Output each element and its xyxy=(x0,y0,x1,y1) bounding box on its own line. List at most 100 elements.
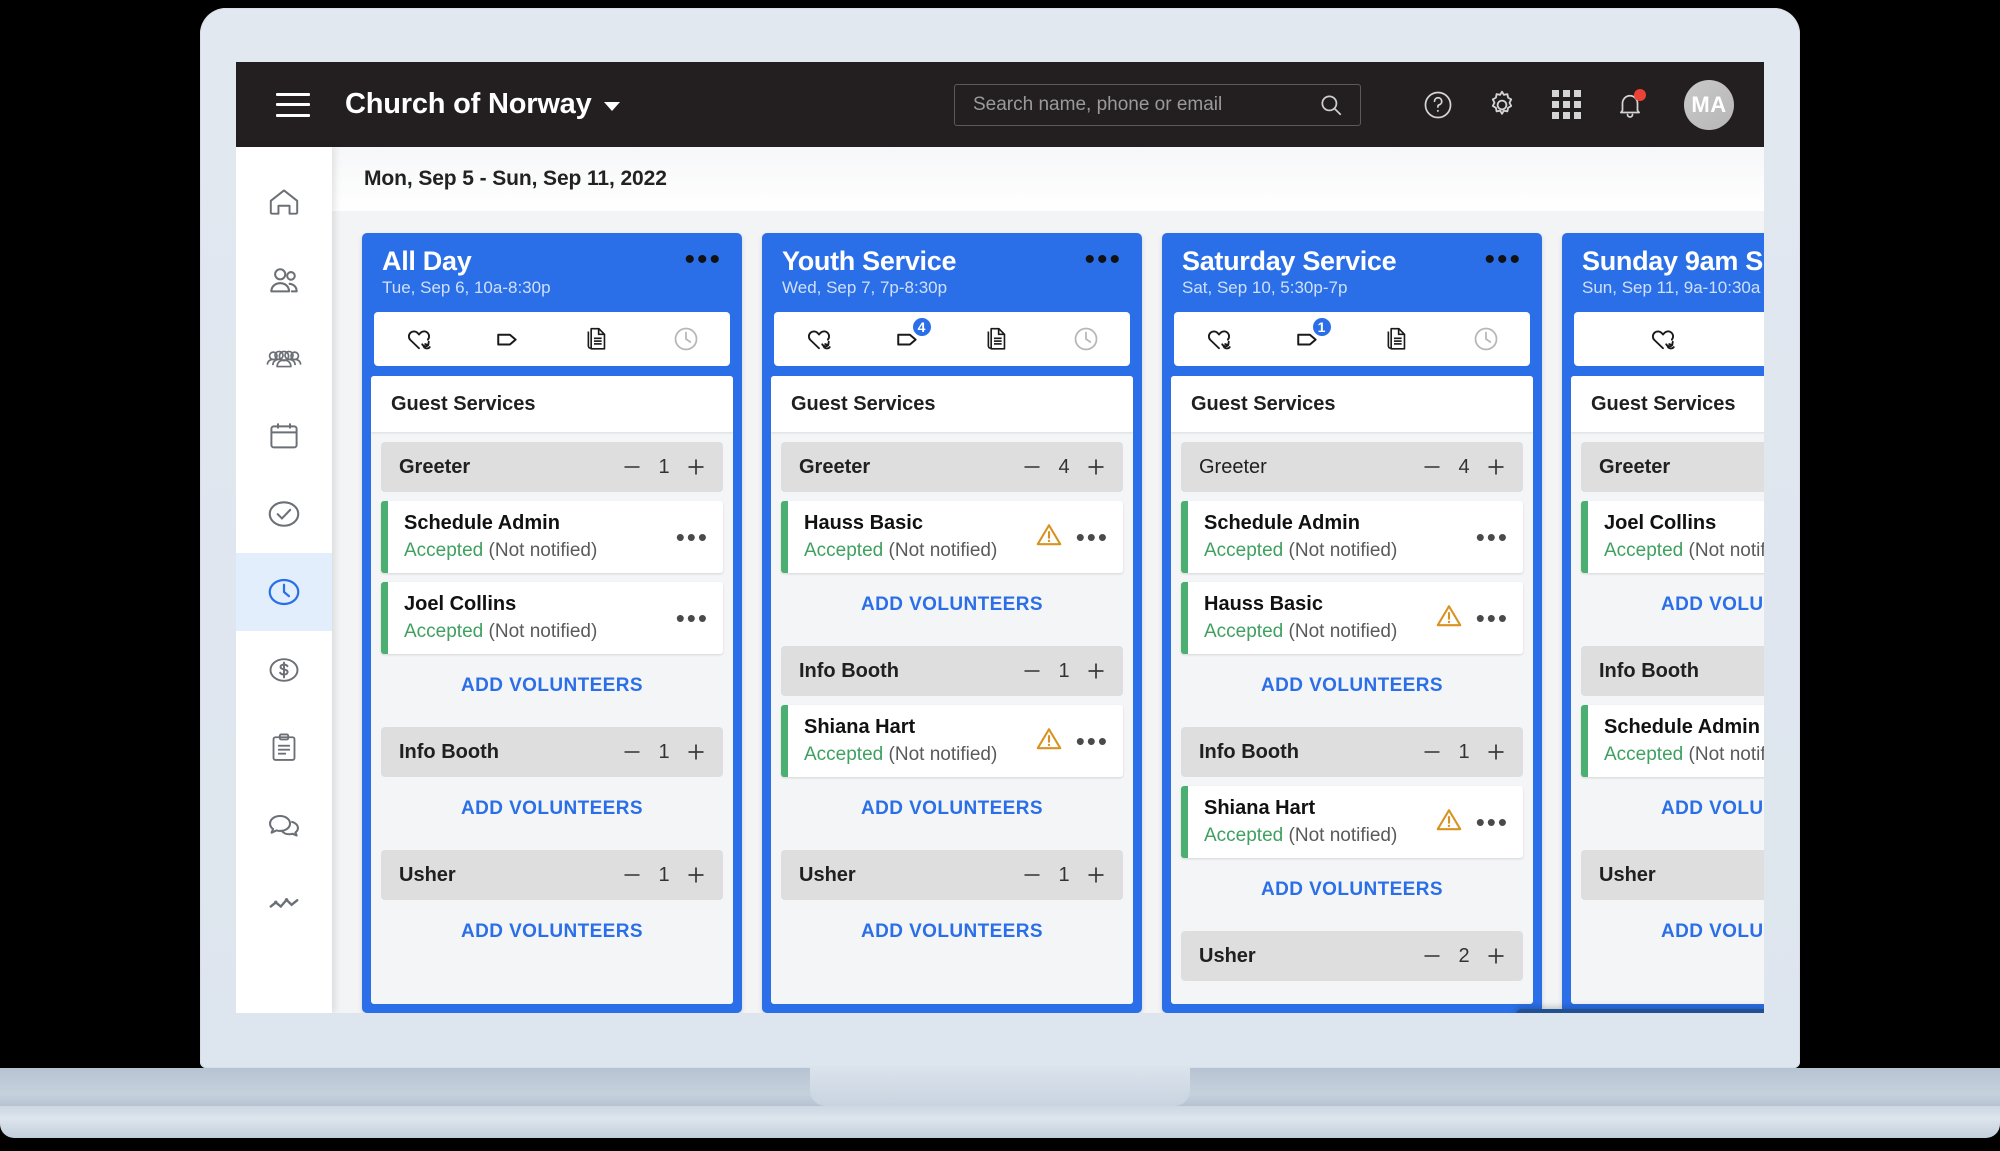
add-volunteers-link[interactable]: ADD VOLUNTEERS xyxy=(771,573,1133,636)
increment-button[interactable] xyxy=(1085,864,1107,886)
increment-button[interactable] xyxy=(1085,660,1107,682)
add-volunteers-link[interactable]: ADD VOLUNTEERS xyxy=(371,777,733,840)
gear-icon[interactable] xyxy=(1484,87,1520,123)
app-grid-icon[interactable] xyxy=(1548,87,1584,123)
warning-icon[interactable] xyxy=(1034,520,1064,555)
decrement-button[interactable] xyxy=(1421,945,1443,967)
decrement-button[interactable] xyxy=(621,864,643,886)
decrement-button[interactable] xyxy=(1421,741,1443,763)
decrement-button[interactable] xyxy=(1021,456,1043,478)
card-more-options-icon[interactable]: ••• xyxy=(1476,524,1509,550)
card-more-options-icon[interactable]: ••• xyxy=(676,605,709,631)
column-subtitle: Wed, Sep 7, 7p-8:30p xyxy=(782,278,948,298)
warning-icon[interactable] xyxy=(1434,805,1464,840)
chat-with-expert-button[interactable]: Chat with an Expert xyxy=(1516,1009,1764,1013)
bell-icon[interactable] xyxy=(1612,87,1648,123)
avatar[interactable]: MA xyxy=(1684,79,1734,130)
warning-icon[interactable] xyxy=(1434,601,1464,636)
volunteer-card[interactable]: Schedule Admin Accepted (Not notifie ••• xyxy=(1581,705,1764,778)
sidebar-item-forms[interactable] xyxy=(236,709,332,787)
volunteer-card[interactable]: Schedule Admin Accepted (Not notified) •… xyxy=(1181,501,1523,574)
add-volunteers-link[interactable]: ADD VOLUNTEERS xyxy=(1571,573,1764,636)
volunteer-card[interactable]: Shiana Hart Accepted (Not notified) ••• xyxy=(1181,786,1523,859)
clock-icon[interactable] xyxy=(663,319,709,359)
increment-button[interactable] xyxy=(685,864,707,886)
tag-icon[interactable]: 1 xyxy=(1285,316,1333,359)
add-volunteers-link[interactable]: ADD VOLUNTEERS xyxy=(771,777,1133,840)
help-icon[interactable] xyxy=(1420,87,1456,123)
sidebar-item-reports[interactable] xyxy=(236,865,332,943)
add-volunteers-link[interactable]: ADD VOLUNTEERS xyxy=(371,654,733,717)
clock-icon[interactable] xyxy=(1063,319,1109,359)
volunteer-card[interactable]: Shiana Hart Accepted (Not notified) ••• xyxy=(781,705,1123,778)
position-name: Usher xyxy=(1599,863,1656,886)
tag-icon[interactable] xyxy=(485,319,531,359)
add-volunteers-link[interactable]: ADD VOLUNTEERS xyxy=(1171,981,1533,1004)
card-more-options-icon[interactable]: ••• xyxy=(1076,728,1109,754)
position-count: 1 xyxy=(1058,863,1070,886)
position-stepper: 1 xyxy=(1021,864,1107,887)
search-bar[interactable] xyxy=(954,84,1361,126)
document-icon[interactable] xyxy=(974,319,1020,359)
hamburger-icon[interactable] xyxy=(276,92,310,117)
decrement-button[interactable] xyxy=(1021,864,1043,886)
organization-switcher[interactable]: Church of Norway xyxy=(345,88,620,121)
sidebar-item-schedules[interactable] xyxy=(236,553,332,631)
decrement-button[interactable] xyxy=(621,456,643,478)
top-navigation-bar: Church of Norway Search name, phone or e… xyxy=(236,62,1764,147)
volunteer-card[interactable]: Hauss Basic Accepted (Not notified) ••• xyxy=(1181,582,1523,655)
repeat-heart-icon[interactable] xyxy=(796,319,842,359)
volunteer-card[interactable]: Schedule Admin Accepted (Not notified) •… xyxy=(381,501,723,574)
status-accepted-text: Accepted xyxy=(1204,540,1284,562)
clock-icon[interactable] xyxy=(1463,319,1509,359)
sidebar-item-giving[interactable] xyxy=(236,631,332,709)
volunteer-card[interactable]: Joel Collins Accepted (Not notifie ••• xyxy=(1581,501,1764,574)
add-volunteers-link[interactable]: ADD VOLUNTEERS xyxy=(371,900,733,963)
card-more-options-icon[interactable]: ••• xyxy=(676,524,709,550)
schedule-board: All Day Tue, Sep 6, 10a-8:30p ••• Guest … xyxy=(332,211,1764,1013)
increment-button[interactable] xyxy=(1485,456,1507,478)
repeat-heart-icon[interactable] xyxy=(1196,319,1242,359)
document-icon[interactable] xyxy=(1374,319,1420,359)
add-volunteers-link[interactable]: ADD VOLUNTEERS xyxy=(1571,900,1764,963)
sidebar-item-groups[interactable] xyxy=(236,319,332,397)
position-row: Info Booth 1 xyxy=(1181,727,1523,778)
search-input[interactable] xyxy=(955,94,1318,116)
search-icon[interactable] xyxy=(1318,92,1344,118)
repeat-heart-icon[interactable] xyxy=(396,319,442,359)
decrement-button[interactable] xyxy=(1421,456,1443,478)
decrement-button[interactable] xyxy=(1021,660,1043,682)
sidebar-item-checkins[interactable] xyxy=(236,475,332,553)
increment-button[interactable] xyxy=(1085,456,1107,478)
decrement-button[interactable] xyxy=(621,741,643,763)
repeat-heart-icon[interactable] xyxy=(1640,319,1686,359)
add-volunteers-link[interactable]: ADD VOLUNTEERS xyxy=(1571,777,1764,840)
volunteer-card[interactable]: Joel Collins Accepted (Not notified) ••• xyxy=(381,582,723,655)
add-volunteers-link[interactable]: ADD VOLUNTEERS xyxy=(1171,654,1533,717)
card-more-options-icon[interactable]: ••• xyxy=(1476,809,1509,835)
more-options-icon[interactable]: ••• xyxy=(684,245,722,275)
card-more-options-icon[interactable]: ••• xyxy=(1076,524,1109,550)
sidebar-item-people[interactable] xyxy=(236,241,332,319)
volunteer-status: Accepted (Not notifie xyxy=(1604,744,1764,766)
volunteer-card[interactable]: Hauss Basic Accepted (Not notified) ••• xyxy=(781,501,1123,574)
status-note-text: (Not notified) xyxy=(888,540,998,562)
increment-button[interactable] xyxy=(685,456,707,478)
sidebar-item-home[interactable] xyxy=(236,163,332,241)
increment-button[interactable] xyxy=(1485,945,1507,967)
sidebar-item-messages[interactable] xyxy=(236,787,332,865)
sidebar-item-calendar[interactable] xyxy=(236,397,332,475)
card-more-options-icon[interactable]: ••• xyxy=(1476,605,1509,631)
add-volunteers-link[interactable]: ADD VOLUNTEERS xyxy=(1171,858,1533,921)
tag-icon[interactable]: 4 xyxy=(885,316,933,359)
volunteer-status: Accepted (Not notified) xyxy=(404,540,676,562)
add-volunteers-link[interactable]: ADD VOLUNTEERS xyxy=(771,900,1133,963)
date-range-header: Mon, Sep 5 - Sun, Sep 11, 2022 xyxy=(332,147,1764,211)
more-options-icon[interactable]: ••• xyxy=(1084,245,1122,275)
document-icon[interactable] xyxy=(574,319,620,359)
increment-button[interactable] xyxy=(685,741,707,763)
warning-icon[interactable] xyxy=(1034,724,1064,759)
increment-button[interactable] xyxy=(1485,741,1507,763)
more-options-icon[interactable]: ••• xyxy=(1484,245,1522,275)
position-count: 1 xyxy=(658,740,670,763)
